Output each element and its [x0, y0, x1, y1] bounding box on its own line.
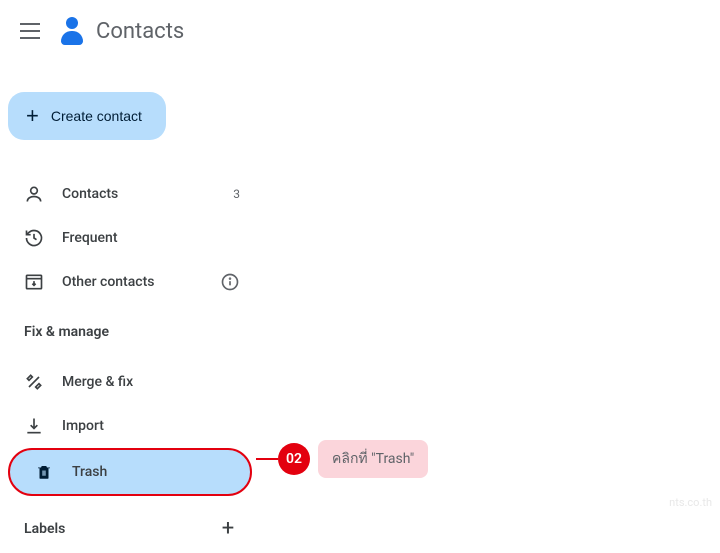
nav-label: Other contacts: [62, 274, 202, 290]
nav-primary: Contacts 3 Frequent Other contacts: [0, 172, 260, 304]
archive-icon: [24, 272, 44, 292]
sidebar-item-import[interactable]: Import: [0, 404, 260, 448]
person-icon: [24, 184, 44, 204]
section-labels: Labels +: [0, 496, 260, 553]
create-contact-label: Create contact: [51, 108, 142, 124]
sidebar: + Create contact Contacts 3 Frequent Oth…: [0, 62, 260, 553]
plus-icon: +: [26, 109, 39, 123]
download-icon: [24, 416, 44, 436]
nav-label: Import: [62, 418, 240, 434]
contacts-logo-icon: [56, 15, 88, 47]
tools-icon: [24, 372, 44, 392]
sidebar-item-trash[interactable]: Trash: [8, 448, 252, 496]
history-icon: [24, 228, 44, 248]
sidebar-item-other-contacts[interactable]: Other contacts: [0, 260, 260, 304]
create-contact-button[interactable]: + Create contact: [8, 92, 166, 140]
info-icon[interactable]: [220, 272, 240, 292]
add-label-button[interactable]: +: [216, 516, 240, 541]
app-title: Contacts: [96, 19, 184, 44]
nav-label: Contacts: [62, 186, 215, 202]
app-header: Contacts: [0, 0, 720, 62]
sidebar-item-frequent[interactable]: Frequent: [0, 216, 260, 260]
nav-count: 3: [233, 187, 240, 201]
watermark: nts.co.th: [669, 496, 712, 509]
section-fix-manage: Fix & manage: [0, 304, 260, 352]
trash-icon: [34, 462, 54, 482]
annotation-text: คลิกที่ "Trash": [318, 440, 428, 478]
app-logo[interactable]: Contacts: [56, 15, 184, 47]
annotation-connector: [256, 458, 278, 460]
sidebar-item-contacts[interactable]: Contacts 3: [0, 172, 260, 216]
nav-label: Merge & fix: [62, 374, 240, 390]
menu-icon[interactable]: [20, 19, 44, 43]
annotation-step-badge: 02: [278, 443, 310, 475]
nav-label: Frequent: [62, 230, 240, 246]
nav-manage: Merge & fix Import Trash: [0, 360, 260, 496]
sidebar-item-merge-fix[interactable]: Merge & fix: [0, 360, 260, 404]
nav-label: Trash: [72, 464, 230, 480]
tutorial-annotation: 02 คลิกที่ "Trash": [256, 440, 428, 478]
